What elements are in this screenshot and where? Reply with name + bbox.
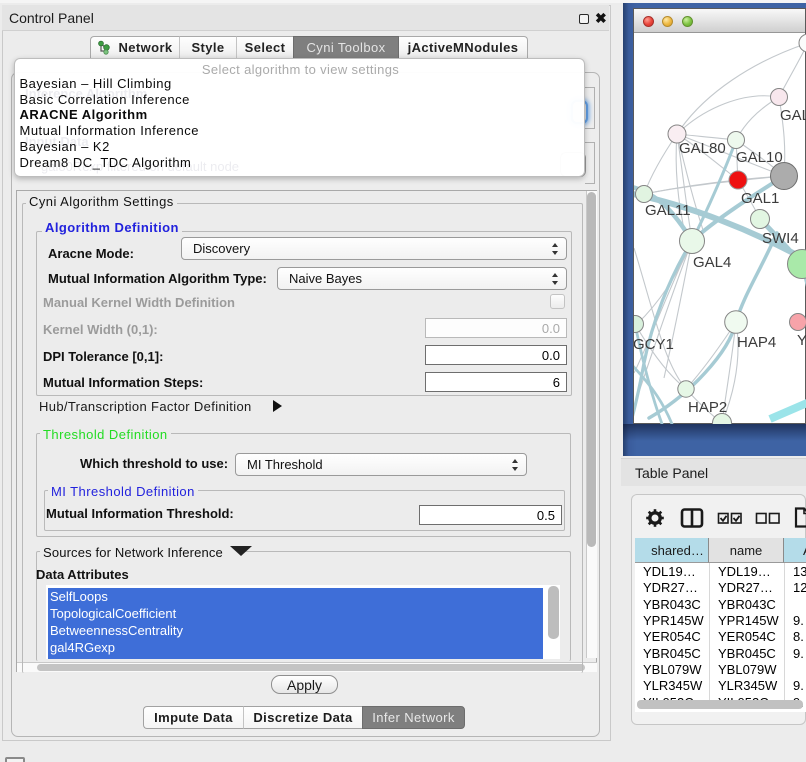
svg-text:GAL4: GAL4: [693, 254, 731, 271]
svg-text:SWI4: SWI4: [762, 230, 799, 247]
svg-text:GAL11: GAL11: [645, 202, 691, 219]
svg-text:GAL80: GAL80: [679, 140, 726, 157]
svg-text:GAL10: GAL10: [736, 149, 783, 166]
svg-text:GAL1: GAL1: [741, 190, 779, 207]
svg-text:HAP2: HAP2: [688, 399, 727, 416]
svg-text:Y: Y: [797, 332, 806, 349]
svg-text:GAL: GAL: [780, 107, 806, 124]
svg-text:GCY1: GCY1: [634, 336, 674, 353]
svg-text:HAP4: HAP4: [737, 334, 776, 351]
